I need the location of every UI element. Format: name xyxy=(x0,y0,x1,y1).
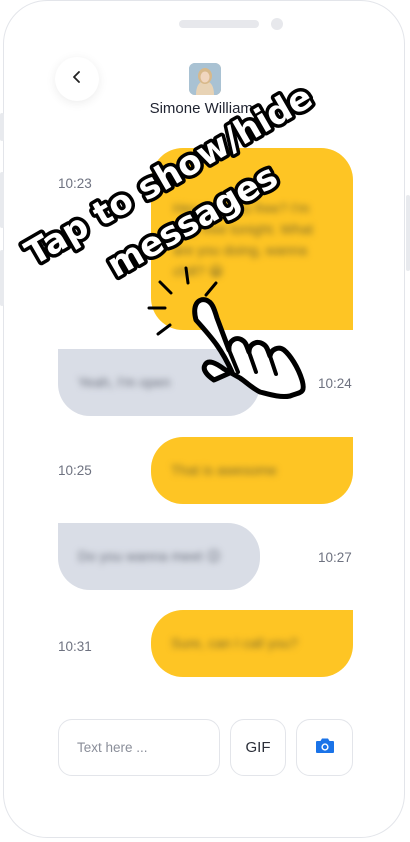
tap-hand-icon xyxy=(147,266,306,399)
tap-overlay[interactable]: Tap to show/hide messages xyxy=(0,0,410,842)
